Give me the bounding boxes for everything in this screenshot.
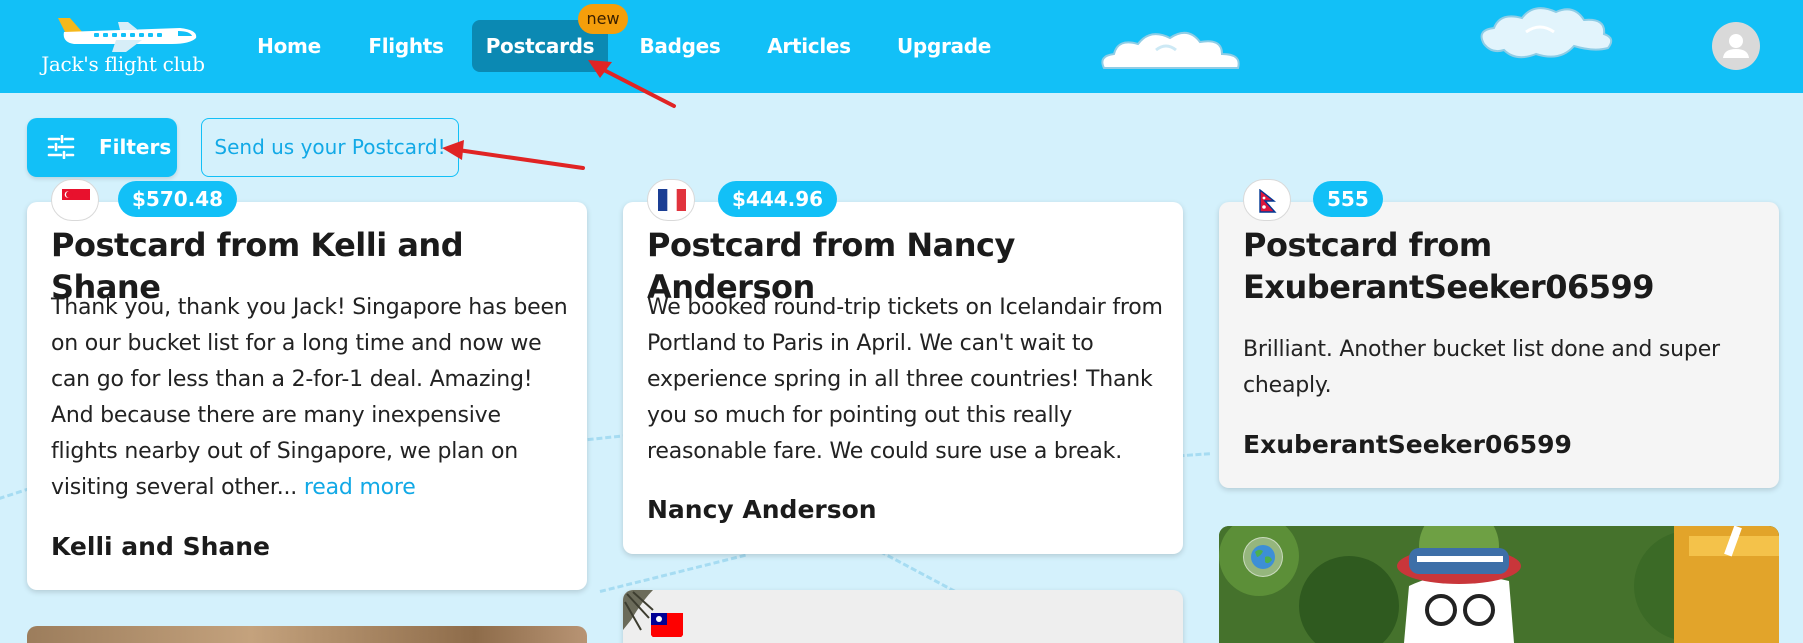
filters-button[interactable]: Filters: [27, 118, 177, 177]
price-tag: 555: [1313, 181, 1383, 217]
card-author: Nancy Anderson: [647, 495, 877, 524]
card-author: ExuberantSeeker06599: [1243, 430, 1572, 459]
singapore-flag-icon: [62, 189, 90, 211]
card-body: Thank you, thank you Jack! Singapore has…: [51, 290, 571, 506]
filters-label: Filters: [99, 135, 172, 159]
nepal-flag-icon: [1259, 189, 1277, 213]
nav-home[interactable]: Home: [246, 20, 332, 72]
read-more-link[interactable]: read more: [304, 475, 416, 500]
postcard-card[interactable]: Postcard from ExuberantSeeker06599 Brill…: [1219, 202, 1779, 488]
new-badge: new: [578, 4, 628, 34]
france-flag-icon: [658, 189, 686, 211]
earth-globe-icon: [1251, 545, 1275, 569]
jungle-photo: [1219, 526, 1779, 643]
country-flag: [647, 601, 687, 643]
top-navigation-bar: Jack's flight club Home Flights Postcard…: [0, 0, 1803, 93]
taiwan-flag-icon: [651, 613, 683, 637]
card-body: Brilliant. Another bucket list done and …: [1243, 337, 1720, 398]
price-tag: $570.48: [118, 181, 238, 217]
card-title: Postcard from ExuberantSeeker06599: [1243, 226, 1655, 306]
nav-flights[interactable]: Flights: [364, 20, 448, 72]
card-author: Kelli and Shane: [51, 532, 270, 561]
country-flag: [51, 179, 99, 221]
postcard-card[interactable]: [623, 590, 1183, 643]
logo-text: Jack's flight club: [41, 52, 205, 76]
nav-badges[interactable]: Badges: [633, 20, 727, 72]
site-logo[interactable]: Jack's flight club: [38, 12, 208, 82]
cloud-icon: [1101, 31, 1240, 69]
card-body: We booked round-trip tickets on Icelanda…: [647, 295, 1163, 464]
airplane-icon: [58, 18, 197, 52]
sliders-icon: [47, 135, 75, 159]
nav-upgrade[interactable]: Upgrade: [892, 20, 996, 72]
postcard-photo[interactable]: [27, 626, 587, 643]
postcard-card[interactable]: Postcard from Kelli and Shane Thank you,…: [27, 202, 587, 590]
user-icon: [1723, 34, 1749, 58]
cloud-icon: [1480, 7, 1613, 59]
nav-articles[interactable]: Articles: [760, 20, 858, 72]
card-body-text: Thank you, thank you Jack! Singapore has…: [51, 295, 568, 500]
postcard-card[interactable]: Postcard from Nancy Anderson We booked r…: [623, 202, 1183, 554]
price-tag: $444.96: [718, 181, 838, 217]
user-avatar[interactable]: [1712, 22, 1760, 70]
country-flag: [1243, 537, 1283, 577]
flight-path-decoration: [599, 553, 746, 593]
country-flag: [1243, 179, 1291, 221]
postcard-photo[interactable]: [1219, 526, 1779, 643]
country-flag: [647, 179, 695, 221]
send-postcard-button[interactable]: Send us your Postcard!: [201, 118, 459, 177]
